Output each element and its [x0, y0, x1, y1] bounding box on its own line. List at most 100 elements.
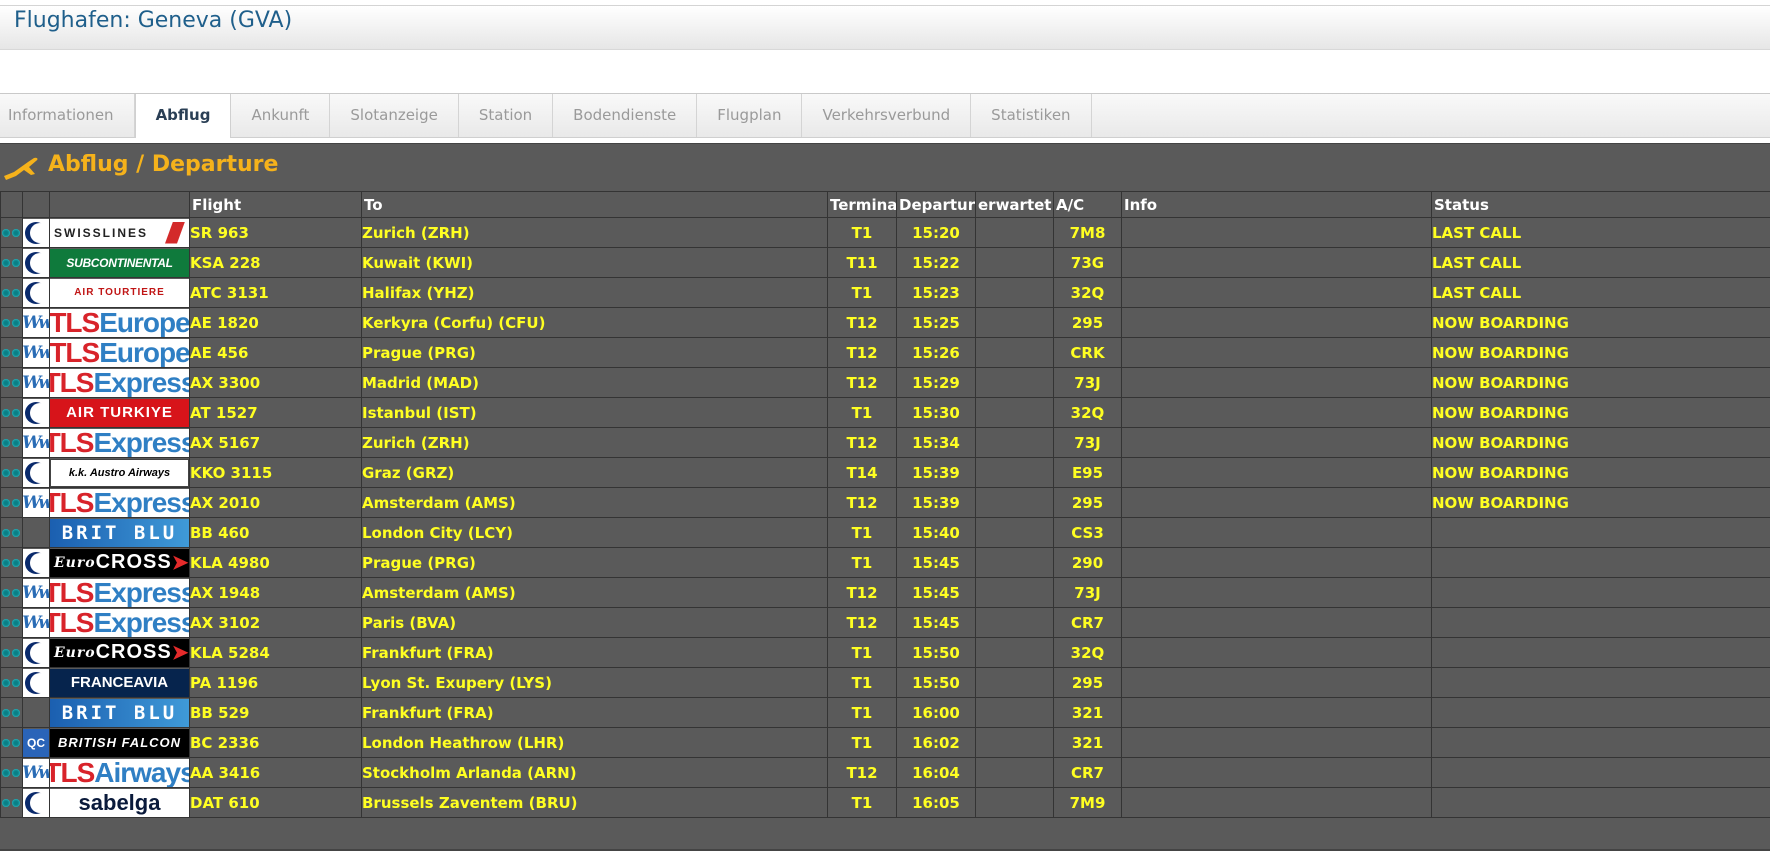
tab-station[interactable]: Station [459, 94, 554, 137]
flight-status [1431, 787, 1770, 818]
flight-number: KKO 3115 [189, 457, 362, 488]
flight-number: AT 1527 [189, 397, 362, 428]
flight-status: NOW BOARDING [1431, 397, 1770, 428]
col-expected[interactable]: erwartet [975, 191, 1054, 218]
flight-number: SR 963 [189, 217, 362, 248]
col-terminal[interactable]: Terminal [827, 191, 897, 218]
flight-number: AX 5167 [189, 427, 362, 458]
table-row[interactable]: Ww TLS Europe AE 456 Prague (PRG) T12 15:26 CRK… [0, 337, 1770, 368]
aircraft-type: 32Q [1053, 277, 1122, 308]
airline-logo: BRITISH FALCON [49, 727, 190, 758]
table-row[interactable]: WwTLSExpressAX 1948Amsterdam (AMS)T1215:… [0, 577, 1770, 608]
table-row[interactable]: WwTLSExpressAX 3102Paris (BVA)T1215:45 CR… [0, 607, 1770, 638]
terminal: T1 [827, 697, 897, 728]
tab-bodendienste[interactable]: Bodendienste [553, 94, 698, 137]
aircraft-type: 7M9 [1053, 787, 1122, 818]
terminal: T1 [827, 517, 897, 548]
status-indicator [0, 637, 23, 668]
status-indicator [0, 727, 23, 758]
status-indicator [0, 697, 23, 728]
aircraft-type: 73J [1053, 577, 1122, 608]
table-row[interactable]: k.k. Austro Airways KKO 3115 Graz (GRZ) T14… [0, 457, 1770, 488]
col-status[interactable]: Status [1431, 191, 1770, 218]
destination: Amsterdam (AMS) [361, 577, 828, 608]
airline-logo: FRANCEAVIA [49, 667, 190, 698]
col-flight[interactable]: Flight [189, 191, 362, 218]
alliance-icon: Ww [22, 487, 50, 518]
departure-time: 15:34 [896, 427, 976, 458]
table-row[interactable]: SUBCONTINENTAL KSA 228 Kuwait (KWI) T11 15:2… [0, 247, 1770, 278]
terminal: T1 [827, 727, 897, 758]
tab-informationen[interactable]: Informationen [0, 94, 135, 137]
aircraft-type: CRK [1053, 337, 1122, 368]
departure-time: 16:04 [896, 757, 976, 788]
departure-time: 15:25 [896, 307, 976, 338]
flights-table: Flight To Terminal Departure erwartet A/… [0, 191, 1770, 818]
table-row[interactable]: BRIT BLU BB 460 London City (LCY) T1 15:40 CS… [0, 517, 1770, 548]
tab-bar: Informationen Abflug Ankunft Slotanzeige Sta… [0, 93, 1770, 138]
table-row[interactable]: BRIT BLU BB 529 Frankfurt (FRA) T1 16:00 321 [0, 697, 1770, 728]
destination: Halifax (YHZ) [361, 277, 828, 308]
flight-status: NOW BOARDING [1431, 457, 1770, 488]
tab-abflug[interactable]: Abflug [134, 94, 232, 138]
tab-verkehrsverbund[interactable]: Verkehrsverbund [802, 94, 972, 137]
destination: Zurich (ZRH) [361, 427, 828, 458]
col-to[interactable]: To [361, 191, 828, 218]
col-info[interactable]: Info [1121, 191, 1432, 218]
departure-time: 15:26 [896, 337, 976, 368]
terminal: T1 [827, 667, 897, 698]
col-ac[interactable]: A/C [1053, 191, 1122, 218]
table-row[interactable]: WwTLSExpressAX 3300Madrid (MAD)T1215:29 7… [0, 367, 1770, 398]
alliance-icon [22, 697, 50, 728]
table-row[interactable]: WwTLSExpressAX 2010Amsterdam (AMS)T1215:… [0, 487, 1770, 518]
info [1121, 697, 1432, 728]
alliance-icon [22, 277, 50, 308]
table-row[interactable]: Ww TLS Europe AE 1820 Kerkyra (Corfu) (CFU) T… [0, 307, 1770, 338]
tab-flugplan[interactable]: Flugplan [697, 94, 803, 137]
table-row[interactable]: Euro CROSS ➤ KLA 5284 Frankfurt (FRA) T1 15:50… [0, 637, 1770, 668]
destination: Prague (PRG) [361, 547, 828, 578]
departure-time: 15:45 [896, 577, 976, 608]
flight-status [1431, 727, 1770, 758]
expected-time [975, 727, 1054, 758]
table-row[interactable]: FRANCEAVIA PA 1196 Lyon St. Exupery (LYS) T… [0, 667, 1770, 698]
flight-status: LAST CALL [1431, 247, 1770, 278]
alliance-icon: Ww [22, 427, 50, 458]
table-row[interactable]: WwTLSAirwaysAA 3416Stockholm Arlanda (AR… [0, 757, 1770, 788]
table-row[interactable]: sabelga DAT 610 Brussels Zaventem (BRU) T1 1… [0, 787, 1770, 818]
departure-time: 15:23 [896, 277, 976, 308]
status-indicator [0, 667, 23, 698]
info [1121, 757, 1432, 788]
tab-slotanzeige[interactable]: Slotanzeige [330, 94, 459, 137]
departure-time: 15:39 [896, 457, 976, 488]
table-row[interactable]: SWISSLINES SR 963 Zurich (ZRH) T1 15:20 7M8 LA… [0, 217, 1770, 248]
flight-status: NOW BOARDING [1431, 487, 1770, 518]
col-departure[interactable]: Departure [896, 191, 976, 218]
alliance-icon [22, 787, 50, 818]
airline-logo: TLSExpress [49, 607, 190, 638]
table-row[interactable]: Euro CROSS ➤ KLA 4980 Prague (PRG) T1 15:45 290 [0, 547, 1770, 578]
airline-logo: TLSExpress [49, 577, 190, 608]
terminal: T1 [827, 397, 897, 428]
alliance-icon [22, 667, 50, 698]
table-row[interactable]: AIR TOURTIERE ATC 3131 Halifax (YHZ) T1 15:2… [0, 277, 1770, 308]
table-row[interactable]: QC BRITISH FALCON BC 2336 London Heathrow (… [0, 727, 1770, 758]
expected-time [975, 637, 1054, 668]
aircraft-type: 321 [1053, 697, 1122, 728]
aircraft-type: 7M8 [1053, 217, 1122, 248]
tab-statistiken[interactable]: Statistiken [971, 94, 1092, 137]
expected-time [975, 427, 1054, 458]
departure-time: 16:02 [896, 727, 976, 758]
expected-time [975, 517, 1054, 548]
tab-ankunft[interactable]: Ankunft [231, 94, 331, 137]
board-title: Abflug / Departure [48, 152, 279, 177]
expected-time [975, 697, 1054, 728]
table-row[interactable]: WwTLSExpressAX 5167Zurich (ZRH)T1215:34 7… [0, 427, 1770, 458]
destination: Stockholm Arlanda (ARN) [361, 757, 828, 788]
expected-time [975, 667, 1054, 698]
status-indicator [0, 517, 23, 548]
departure-time: 15:39 [896, 487, 976, 518]
expected-time [975, 787, 1054, 818]
table-row[interactable]: AIR TURKIYE AT 1527 Istanbul (IST) T1 15:30 3… [0, 397, 1770, 428]
flight-status: NOW BOARDING [1431, 367, 1770, 398]
